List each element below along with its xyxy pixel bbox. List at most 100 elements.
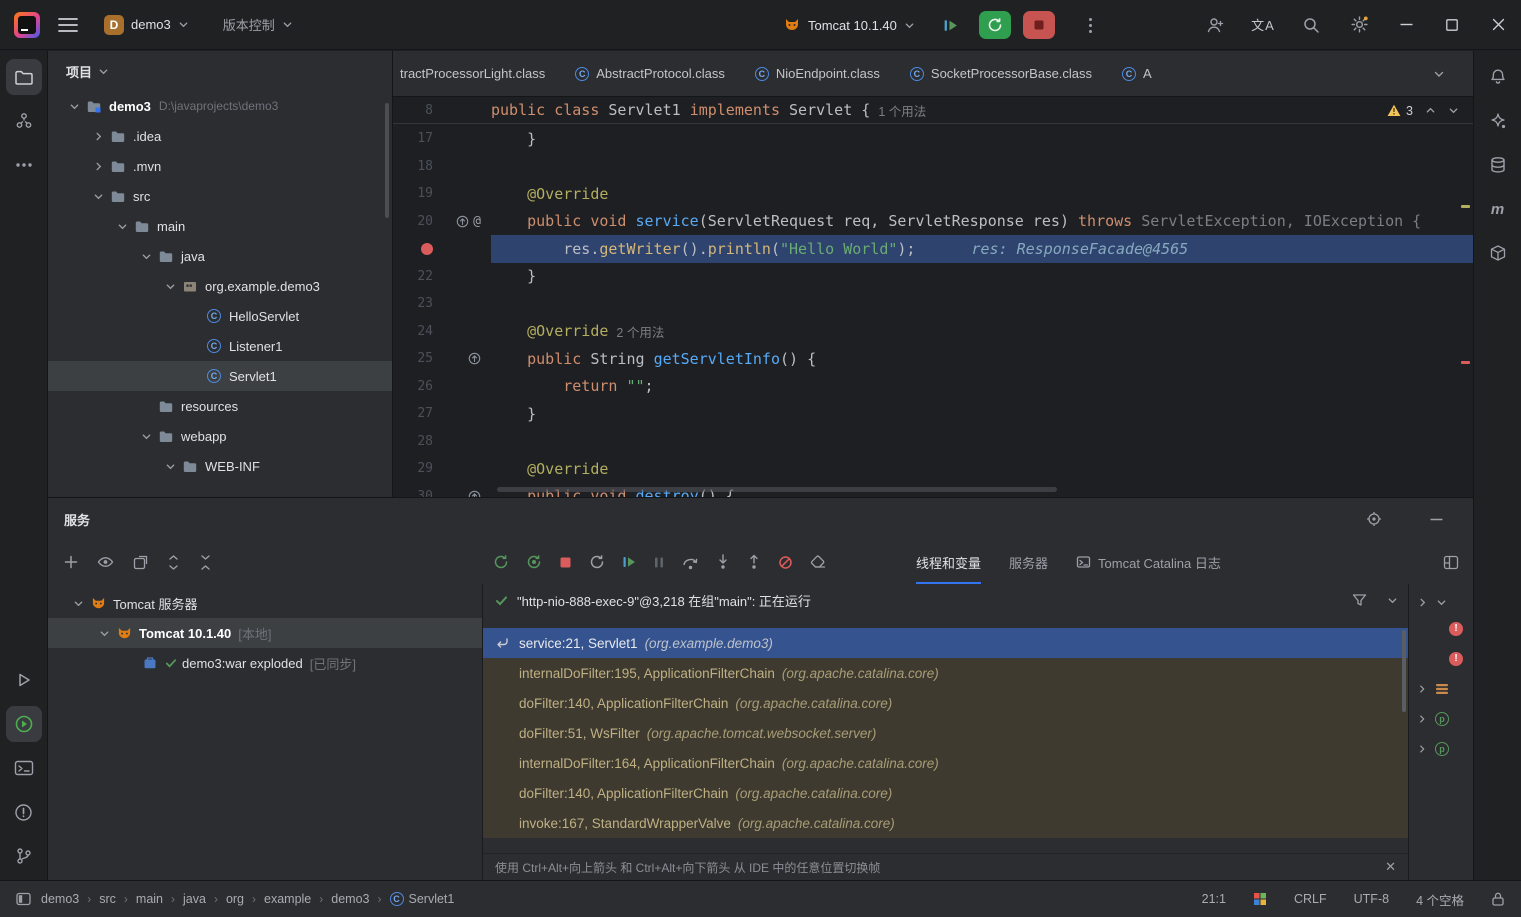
- breadcrumb-item[interactable]: example: [264, 892, 311, 906]
- database-icon[interactable]: [1480, 147, 1516, 183]
- rerun-icon[interactable]: [493, 554, 509, 570]
- project-tree-item-servlet1[interactable]: CServlet1: [48, 361, 392, 391]
- collapse-all-icon[interactable]: [199, 555, 212, 570]
- editor-tab[interactable]: tractProcessorLight.class: [393, 51, 560, 96]
- editor-tab[interactable]: CNioEndpoint.class: [740, 51, 895, 96]
- line-number[interactable]: 19: [393, 186, 433, 201]
- dependencies-icon[interactable]: [1480, 235, 1516, 271]
- line-number[interactable]: 17: [393, 131, 433, 146]
- project-scrollbar[interactable]: [385, 103, 389, 218]
- stack-frame[interactable]: service:21, Servlet1(org.example.demo3): [483, 628, 1408, 658]
- caret-position[interactable]: 21:1: [1202, 892, 1226, 906]
- code-text[interactable]: }: [491, 263, 1473, 291]
- gutter[interactable]: @: [433, 214, 491, 229]
- code-text[interactable]: [491, 290, 1473, 318]
- step-into-icon[interactable]: [716, 554, 730, 570]
- chevron-down-icon[interactable]: [98, 66, 109, 77]
- service-tree-item[interactable]: Tomcat 10.1.40[本地]: [48, 618, 482, 648]
- rerun-debug-icon[interactable]: [526, 554, 542, 570]
- project-tree-item--mvn[interactable]: .mvn: [48, 151, 392, 181]
- line-number[interactable]: 29: [393, 461, 433, 476]
- layout-settings-icon[interactable]: [1443, 555, 1459, 570]
- debug-tab-线程和变量[interactable]: 线程和变量: [916, 540, 981, 584]
- code-editor[interactable]: 8 public class Servlet1 implements Servl…: [393, 97, 1473, 497]
- search-icon[interactable]: [1287, 0, 1335, 50]
- run-config-widget[interactable]: Tomcat 10.1.40: [775, 12, 923, 38]
- more-tool-windows-icon[interactable]: [6, 147, 42, 183]
- code-text[interactable]: public void service(ServletRequest req, …: [491, 208, 1473, 236]
- maximize-button[interactable]: [1429, 0, 1475, 50]
- line-number[interactable]: 22: [393, 269, 433, 284]
- terminal-toolwindow-button[interactable]: [6, 750, 42, 786]
- code-text[interactable]: public String getServletInfo() {: [491, 345, 1473, 373]
- service-tree-item[interactable]: Tomcat 服务器: [48, 588, 482, 618]
- line-number[interactable]: 25: [393, 351, 433, 366]
- project-tree-item-src[interactable]: src: [48, 181, 392, 211]
- breadcrumb-item[interactable]: src: [99, 892, 116, 906]
- project-toolwindow-button[interactable]: [6, 59, 42, 95]
- add-service-button[interactable]: [64, 555, 78, 569]
- view-options-icon[interactable]: [97, 555, 114, 569]
- service-tree-item[interactable]: demo3:war exploded[已同步]: [48, 648, 482, 678]
- hide-panel-icon[interactable]: [1430, 518, 1443, 521]
- project-tree-item-helloservlet[interactable]: CHelloServlet: [48, 301, 392, 331]
- code-text[interactable]: @Override: [491, 455, 1473, 483]
- settings-gear-icon[interactable]: [1335, 0, 1383, 50]
- project-tree-item-demo3[interactable]: demo3D:\javaprojects\demo3: [48, 91, 392, 121]
- line-number[interactable]: 18: [393, 159, 433, 174]
- filter-funnel-icon[interactable]: [1352, 593, 1367, 607]
- tree-chevron-icon[interactable]: [112, 221, 132, 232]
- stack-frame[interactable]: internalDoFilter:195, ApplicationFilterC…: [483, 658, 1408, 688]
- pause-icon[interactable]: [653, 556, 665, 569]
- more-actions-button[interactable]: [1067, 0, 1115, 50]
- code-text[interactable]: [491, 153, 1473, 181]
- inspections-widget[interactable]: 3: [1387, 97, 1459, 124]
- breadcrumb-item[interactable]: main: [136, 892, 163, 906]
- project-widget[interactable]: D demo3: [96, 10, 197, 40]
- line-number[interactable]: 26: [393, 379, 433, 394]
- window-layout-icon[interactable]: [16, 892, 31, 906]
- editor-tab[interactable]: CAbstractProtocol.class: [560, 51, 740, 96]
- line-number[interactable]: 23: [393, 296, 433, 311]
- breadcrumb-item[interactable]: CServlet1: [390, 892, 455, 906]
- horizontal-scrollbar[interactable]: [497, 487, 1057, 492]
- debug-tab-服务器[interactable]: 服务器: [1009, 540, 1048, 584]
- tree-chevron-icon[interactable]: [94, 628, 114, 639]
- tab-list-dropdown-icon[interactable]: [1433, 68, 1445, 80]
- notifications-icon[interactable]: [1480, 59, 1516, 95]
- code-text[interactable]: }: [491, 400, 1473, 428]
- line-number[interactable]: 27: [393, 406, 433, 421]
- code-text[interactable]: }: [491, 125, 1473, 153]
- code-text[interactable]: res.getWriter().println("Hello World");r…: [491, 235, 1473, 263]
- step-over-icon[interactable]: [682, 555, 699, 570]
- project-tree-item-listener1[interactable]: CListener1: [48, 331, 392, 361]
- project-tree-item-resources[interactable]: resources: [48, 391, 392, 421]
- stack-frame[interactable]: internalDoFilter:164, ApplicationFilterC…: [483, 748, 1408, 778]
- encoding-widget[interactable]: UTF-8: [1354, 892, 1389, 906]
- clear-icon[interactable]: [810, 555, 826, 569]
- resume-program-button[interactable]: [935, 11, 967, 39]
- collapsed-node[interactable]: [1409, 674, 1473, 704]
- tree-chevron-icon[interactable]: [160, 461, 180, 472]
- translate-icon[interactable]: 文A: [1239, 0, 1287, 50]
- close-button[interactable]: [1475, 0, 1521, 50]
- mute-breakpoints-icon[interactable]: [778, 555, 793, 570]
- tree-chevron-icon[interactable]: [64, 101, 84, 112]
- stack-frame[interactable]: invoke:167, StandardWrapperValve(org.apa…: [483, 808, 1408, 838]
- close-hint-icon[interactable]: ✕: [1385, 859, 1396, 875]
- rerun-button[interactable]: [979, 11, 1011, 39]
- prev-problem-icon[interactable]: [1425, 105, 1436, 116]
- problems-toolwindow-button[interactable]: [6, 794, 42, 830]
- tree-chevron-icon[interactable]: [88, 131, 108, 142]
- line-number[interactable]: [393, 243, 433, 255]
- frames-scrollbar[interactable]: [1402, 630, 1406, 712]
- thread-dropdown-icon[interactable]: [1387, 595, 1398, 606]
- project-tree-item-main[interactable]: main: [48, 211, 392, 241]
- line-number[interactable]: 24: [393, 324, 433, 339]
- tree-chevron-icon[interactable]: [136, 251, 156, 262]
- tree-chevron-icon[interactable]: [68, 598, 88, 609]
- thread-status-row[interactable]: "http-nio-888-exec-9"@3,218 在组"main": 正在…: [483, 584, 1408, 616]
- code-text[interactable]: @Override: [491, 180, 1473, 208]
- structure-icon[interactable]: [6, 103, 42, 139]
- ai-assistant-icon[interactable]: [1480, 103, 1516, 139]
